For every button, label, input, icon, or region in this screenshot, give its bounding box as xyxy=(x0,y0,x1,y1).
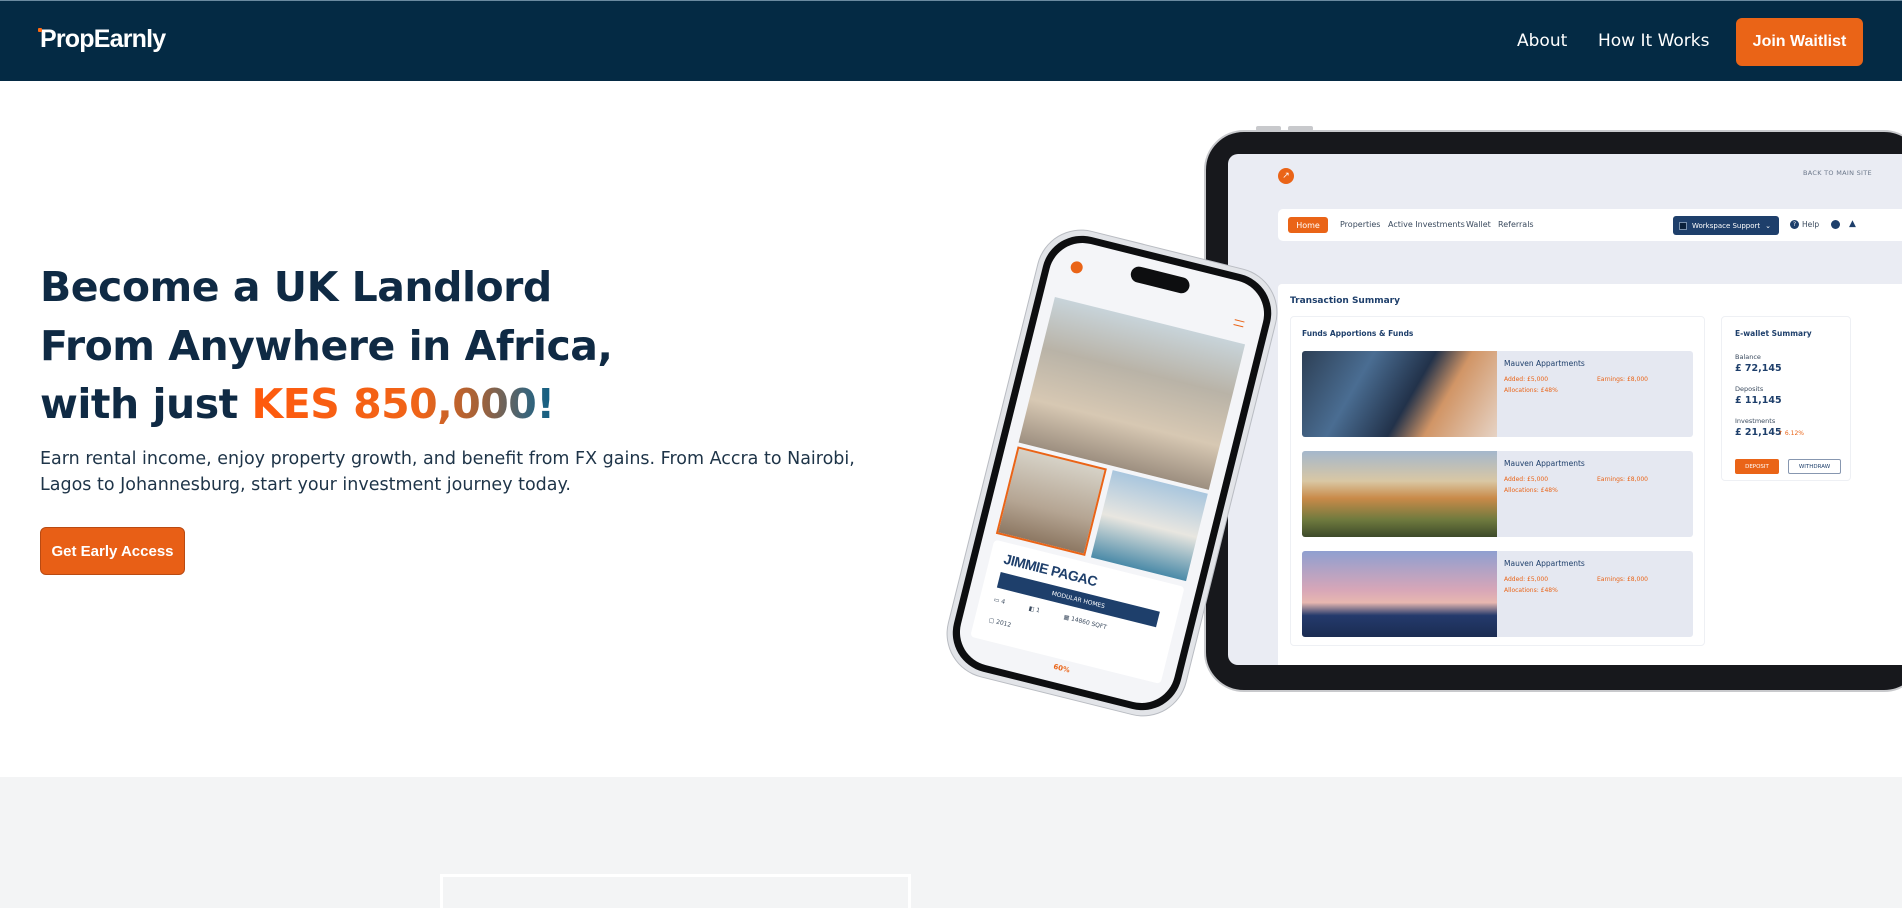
logo-accent xyxy=(38,28,42,32)
property-row[interactable]: Mauven Appartments Added: £5,000 Earning… xyxy=(1302,451,1693,537)
next-section-band xyxy=(0,777,1902,908)
property-earnings: Earnings: £8,000 xyxy=(1597,576,1648,583)
hero-headline-line-1: Become a UK Landlord xyxy=(40,263,552,311)
help-button[interactable]: ? Help xyxy=(1790,220,1819,229)
phone-thumbnail-selected[interactable] xyxy=(995,446,1107,556)
deposit-button[interactable]: DEPOSIT xyxy=(1735,459,1779,474)
investments-label: Investments xyxy=(1735,417,1776,425)
property-row[interactable]: Mauven Appartments Added: £5,000 Earning… xyxy=(1302,551,1693,637)
phone-app-logo-icon xyxy=(1069,260,1084,275)
funds-title: Funds Apportions & Funds xyxy=(1302,329,1414,338)
property-added: Added: £5,000 xyxy=(1504,376,1549,383)
property-added: Added: £5,000 xyxy=(1504,576,1549,583)
help-label: Help xyxy=(1802,220,1820,229)
workspace-support-dropdown[interactable]: Workspace Support ⌄ xyxy=(1673,216,1779,235)
workspace-icon xyxy=(1679,221,1687,230)
property-image xyxy=(1302,551,1497,637)
help-icon: ? xyxy=(1790,220,1799,229)
withdraw-button[interactable]: WITHDRAW xyxy=(1788,459,1841,474)
property-name: Mauven Appartments xyxy=(1504,559,1585,568)
phone-progress-percent: 60% xyxy=(1052,662,1071,675)
settings-icon[interactable] xyxy=(1831,220,1840,229)
property-added: Added: £5,000 xyxy=(1504,476,1549,483)
transaction-summary-title: Transaction Summary xyxy=(1290,296,1400,306)
property-allocations: Allocations: £48% xyxy=(1504,587,1558,594)
app-menu-properties[interactable]: Properties xyxy=(1340,220,1380,229)
property-image xyxy=(1302,351,1497,437)
phone-notch xyxy=(1129,264,1192,295)
e-wallet-card: E-wallet Summary Balance £ 72,145 Deposi… xyxy=(1721,316,1851,481)
tablet-screen: ↗ BACK TO MAIN SITE Home Properties Acti… xyxy=(1228,154,1902,665)
deposits-value: £ 11,145 xyxy=(1735,395,1782,406)
join-waitlist-button[interactable]: Join Waitlist xyxy=(1736,18,1863,66)
logo-text: PropEarnly xyxy=(40,25,166,53)
beds-count: 4 xyxy=(1000,598,1006,606)
phone-thumbnail[interactable] xyxy=(1090,470,1208,582)
bell-icon[interactable]: ▲ xyxy=(1849,219,1856,229)
bath-icon: ◧ 1 xyxy=(1027,604,1041,615)
logo[interactable]: PropEarnly xyxy=(38,25,166,54)
balance-label: Balance xyxy=(1735,353,1761,361)
property-row[interactable]: Mauven Appartments Added: £5,000 Earning… xyxy=(1302,351,1693,437)
hero-description: Earn rental income, enjoy property growt… xyxy=(40,449,855,495)
app-logo-icon: ↗ xyxy=(1278,168,1294,184)
transaction-summary-panel: Transaction Summary Funds Apportions & F… xyxy=(1278,284,1902,665)
back-to-main-site-link[interactable]: BACK TO MAIN SITE xyxy=(1803,169,1872,177)
app-menu-bar: Home Properties Active Investments Walle… xyxy=(1278,209,1902,241)
area-icon: ▦ 14860 SQFT xyxy=(1062,613,1108,632)
app-menu-active-investments[interactable]: Active Investments xyxy=(1388,220,1465,229)
nav-link-how-it-works[interactable]: How It Works xyxy=(1598,31,1709,51)
nav-link-about[interactable]: About xyxy=(1517,31,1567,51)
calendar-icon: ▢ 2012 xyxy=(987,616,1012,629)
property-name: Mauven Appartments xyxy=(1504,459,1585,468)
app-menu-wallet[interactable]: Wallet xyxy=(1466,220,1491,229)
property-allocations: Allocations: £48% xyxy=(1504,387,1558,394)
hero-headline-line-2: From Anywhere in Africa, xyxy=(40,322,613,370)
bed-icon: ▭ 4 xyxy=(992,596,1006,606)
investments-value: £ 21,145 xyxy=(1735,427,1782,438)
e-wallet-title: E-wallet Summary xyxy=(1735,329,1812,338)
app-menu-referrals[interactable]: Referrals xyxy=(1498,220,1534,229)
top-navbar: PropEarnly About How It Works Join Waitl… xyxy=(0,0,1902,81)
property-earnings: Earnings: £8,000 xyxy=(1597,376,1648,383)
hero-headline-line-3: with just KES 850,000! xyxy=(40,380,555,428)
hamburger-menu-icon[interactable] xyxy=(1233,319,1245,328)
year-value: 2012 xyxy=(995,618,1012,629)
hero-price-highlight: KES 850,000! xyxy=(251,380,556,428)
investments-change: ↑ 6.12% xyxy=(1778,430,1804,437)
property-earnings: Earnings: £8,000 xyxy=(1597,476,1648,483)
funds-card: Funds Apportions & Funds Mauven Appartme… xyxy=(1290,316,1705,646)
hero-headline-prefix: with just xyxy=(40,380,252,428)
balance-value: £ 72,145 xyxy=(1735,363,1782,374)
baths-count: 1 xyxy=(1035,606,1041,615)
chevron-down-icon: ⌄ xyxy=(1765,221,1772,230)
next-section-card xyxy=(440,874,911,914)
get-early-access-button[interactable]: Get Early Access xyxy=(40,527,185,575)
deposits-label: Deposits xyxy=(1735,385,1764,393)
area-value: 14860 SQFT xyxy=(1070,615,1108,632)
workspace-label: Workspace Support xyxy=(1692,221,1761,230)
property-allocations: Allocations: £48% xyxy=(1504,487,1558,494)
property-image xyxy=(1302,451,1497,537)
property-name: Mauven Appartments xyxy=(1504,359,1585,368)
app-menu-home[interactable]: Home xyxy=(1288,217,1328,233)
